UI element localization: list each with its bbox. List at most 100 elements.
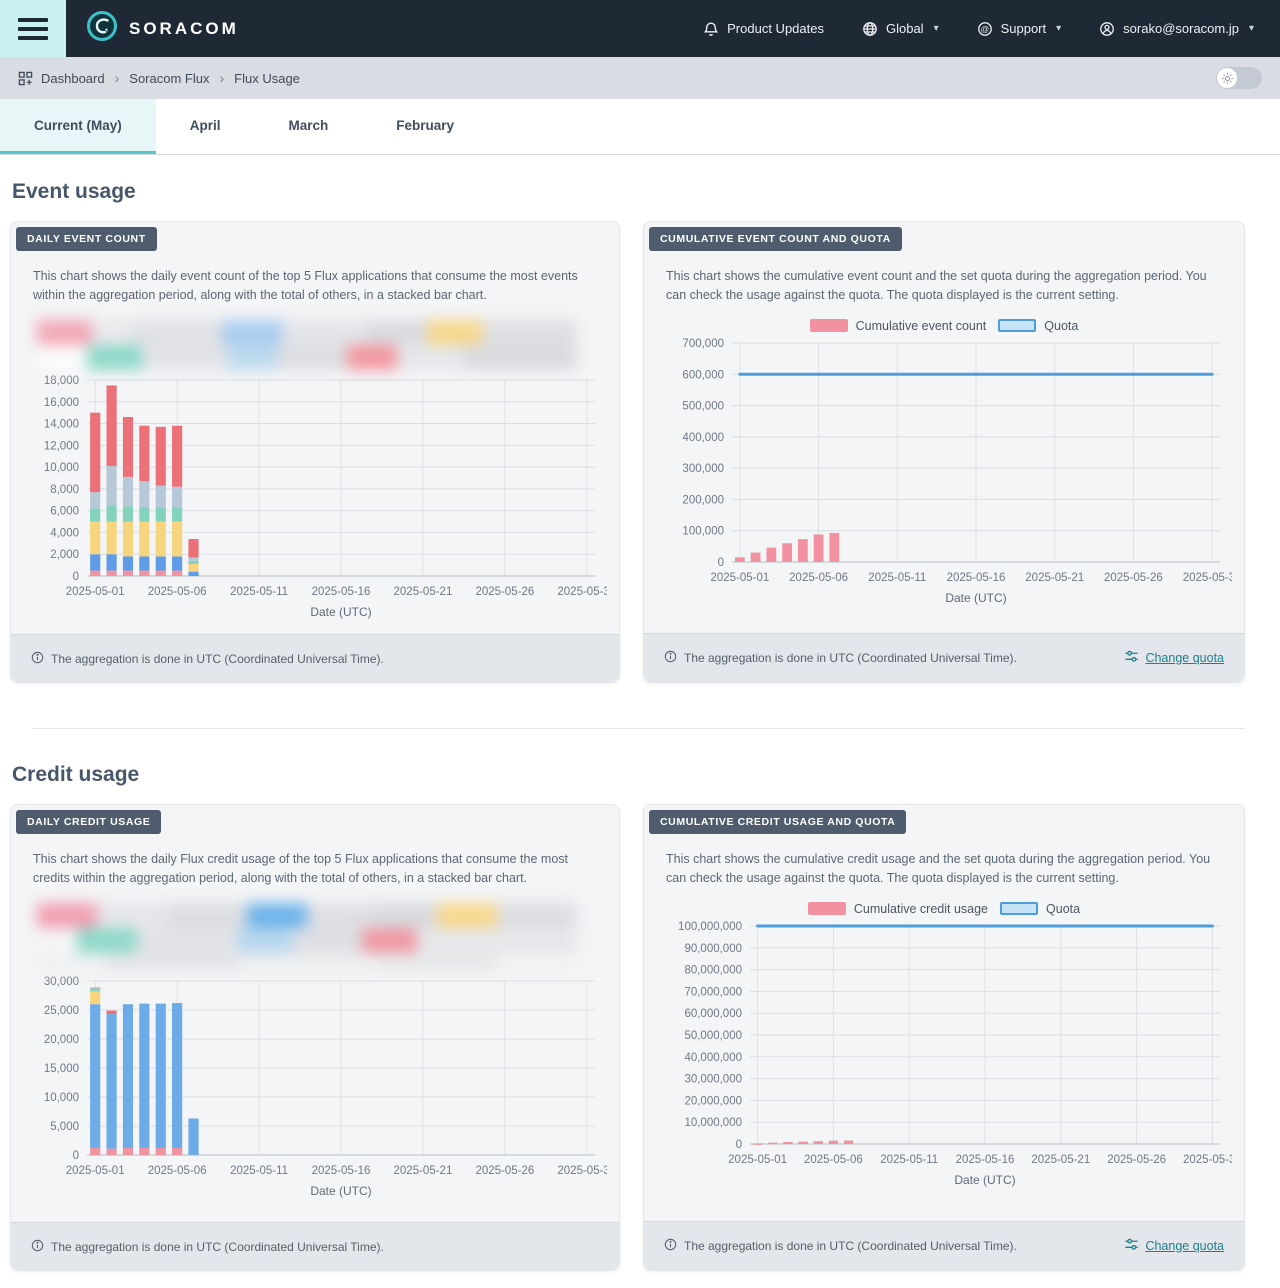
chevron-right-icon: › <box>115 70 120 86</box>
change-quota-link[interactable]: Change quota <box>1124 649 1224 667</box>
svg-text:4,000: 4,000 <box>50 527 79 539</box>
chevron-right-icon: › <box>219 70 224 86</box>
event-cards-row: DAILY EVENT COUNT This chart shows the d… <box>10 221 1245 683</box>
svg-text:2025-05-31: 2025-05-31 <box>557 1165 607 1177</box>
svg-text:60,000,000: 60,000,000 <box>684 1008 742 1020</box>
svg-text:0: 0 <box>718 557 724 569</box>
card-title-badge: CUMULATIVE EVENT COUNT AND QUOTA <box>649 227 902 251</box>
brand-name: SORACOM <box>129 19 239 39</box>
svg-text:2025-05-26: 2025-05-26 <box>1104 572 1163 584</box>
top-bar: SORACOM Product Updates Global ▾ <box>0 0 1280 57</box>
redacted-legend <box>37 903 619 971</box>
svg-text:2025-05-16: 2025-05-16 <box>947 572 1006 584</box>
daily-credit-usage-card: DAILY CREDIT USAGE This chart shows the … <box>10 804 620 1271</box>
card-footer: The aggregation is done in UTC (Coordina… <box>644 633 1244 682</box>
svg-text:2025-05-06: 2025-05-06 <box>148 1165 207 1177</box>
card-footer: The aggregation is done in UTC (Coordina… <box>11 1222 619 1270</box>
svg-text:2025-05-01: 2025-05-01 <box>728 1154 787 1166</box>
account-menu[interactable]: sorako@soracom.jp ▾ <box>1099 21 1254 37</box>
svg-text:40,000,000: 40,000,000 <box>684 1051 742 1063</box>
svg-text:2025-05-11: 2025-05-11 <box>868 572 926 584</box>
dashboard-grid-icon <box>18 71 33 86</box>
cumulative-credit-usage-card: CUMULATIVE CREDIT USAGE AND QUOTA This c… <box>643 804 1245 1271</box>
sliders-icon <box>1124 1237 1139 1255</box>
svg-text:2025-05-01: 2025-05-01 <box>66 586 125 598</box>
card-description: This chart shows the daily Flux credit u… <box>33 850 597 888</box>
top-nav: Product Updates Global ▾ @ Support ▾ <box>703 21 1254 37</box>
card-title-badge: DAILY EVENT COUNT <box>16 227 157 251</box>
svg-text:2025-05-11: 2025-05-11 <box>880 1154 938 1166</box>
info-icon <box>31 651 44 667</box>
svg-text:2025-05-21: 2025-05-21 <box>1025 572 1084 584</box>
globe-icon <box>862 21 878 37</box>
cumulative-event-count-card: CUMULATIVE EVENT COUNT AND QUOTA This ch… <box>643 221 1245 683</box>
chevron-down-icon: ▾ <box>1249 23 1254 34</box>
svg-text:600,000: 600,000 <box>682 369 724 381</box>
svg-text:0: 0 <box>73 571 79 583</box>
svg-text:400,000: 400,000 <box>682 431 724 443</box>
card-description: This chart shows the daily event count o… <box>33 267 597 305</box>
svg-text:@: @ <box>980 24 989 34</box>
cumulative-event-chart: 0100,000200,000300,000400,000500,000600,… <box>644 337 1244 615</box>
svg-text:700,000: 700,000 <box>682 338 724 350</box>
svg-text:300,000: 300,000 <box>682 463 724 475</box>
card-description: This chart shows the cumulative credit u… <box>666 850 1222 888</box>
svg-text:2025-05-06: 2025-05-06 <box>148 586 207 598</box>
tab-april[interactable]: April <box>156 99 255 154</box>
svg-text:18,000: 18,000 <box>44 375 79 387</box>
bell-icon <box>703 21 719 37</box>
tab-current-may[interactable]: Current (May) <box>0 99 156 154</box>
hamburger-menu-button[interactable] <box>0 0 66 57</box>
breadcrumb-dashboard[interactable]: Dashboard <box>41 71 105 86</box>
svg-text:2025-05-21: 2025-05-21 <box>1031 1154 1090 1166</box>
svg-text:80,000,000: 80,000,000 <box>684 964 742 976</box>
breadcrumb-flux-usage[interactable]: Flux Usage <box>234 71 300 86</box>
svg-text:12,000: 12,000 <box>44 440 79 452</box>
chart-legend: Cumulative credit usageQuota <box>644 902 1244 916</box>
product-updates-button[interactable]: Product Updates <box>703 21 824 37</box>
svg-text:Date (UTC): Date (UTC) <box>954 1173 1015 1187</box>
svg-text:0: 0 <box>736 1139 742 1151</box>
credit-usage-title: Credit usage <box>12 763 1280 787</box>
tab-february[interactable]: February <box>362 99 488 154</box>
svg-text:2025-05-01: 2025-05-01 <box>710 572 769 584</box>
card-footer: The aggregation is done in UTC (Coordina… <box>644 1221 1244 1270</box>
svg-text:2025-05-11: 2025-05-11 <box>230 1165 288 1177</box>
info-icon <box>664 1238 677 1254</box>
svg-text:6,000: 6,000 <box>50 505 79 517</box>
svg-text:14,000: 14,000 <box>44 418 79 430</box>
svg-text:2025-05-16: 2025-05-16 <box>956 1154 1015 1166</box>
info-icon <box>664 650 677 666</box>
utc-note: The aggregation is done in UTC (Coordina… <box>664 650 1017 666</box>
svg-text:8,000: 8,000 <box>50 483 79 495</box>
svg-text:2025-05-26: 2025-05-26 <box>475 1165 534 1177</box>
svg-text:5,000: 5,000 <box>50 1121 79 1133</box>
svg-text:2025-05-21: 2025-05-21 <box>394 586 453 598</box>
svg-text:100,000,000: 100,000,000 <box>678 921 742 933</box>
svg-text:25,000: 25,000 <box>44 1005 79 1017</box>
breadcrumb-soracom-flux[interactable]: Soracom Flux <box>129 71 209 86</box>
month-tabs: Current (May) April March February <box>0 99 1280 155</box>
credit-cards-row: DAILY CREDIT USAGE This chart shows the … <box>10 804 1245 1271</box>
redacted-legend <box>37 320 619 370</box>
daily-event-count-card: DAILY EVENT COUNT This chart shows the d… <box>10 221 620 683</box>
theme-toggle[interactable] <box>1216 67 1262 89</box>
svg-text:2025-05-31: 2025-05-31 <box>1183 1154 1232 1166</box>
svg-text:2025-05-26: 2025-05-26 <box>1107 1154 1166 1166</box>
card-footer: The aggregation is done in UTC (Coordina… <box>11 634 619 682</box>
global-menu[interactable]: Global ▾ <box>862 21 939 37</box>
event-usage-title: Event usage <box>12 180 1280 204</box>
support-menu[interactable]: @ Support ▾ <box>977 21 1062 37</box>
utc-note: The aggregation is done in UTC (Coordina… <box>31 651 384 667</box>
svg-text:2025-05-31: 2025-05-31 <box>1183 572 1232 584</box>
brand: SORACOM <box>86 10 239 47</box>
tab-march[interactable]: March <box>255 99 363 154</box>
svg-text:Date (UTC): Date (UTC) <box>945 591 1006 605</box>
card-title-badge: DAILY CREDIT USAGE <box>16 810 161 834</box>
chart-legend: Cumulative event countQuota <box>644 319 1244 333</box>
svg-text:90,000,000: 90,000,000 <box>684 942 742 954</box>
card-title-badge: CUMULATIVE CREDIT USAGE AND QUOTA <box>649 810 906 834</box>
svg-text:200,000: 200,000 <box>682 494 724 506</box>
svg-text:100,000: 100,000 <box>682 525 724 537</box>
change-quota-link[interactable]: Change quota <box>1124 1237 1224 1255</box>
